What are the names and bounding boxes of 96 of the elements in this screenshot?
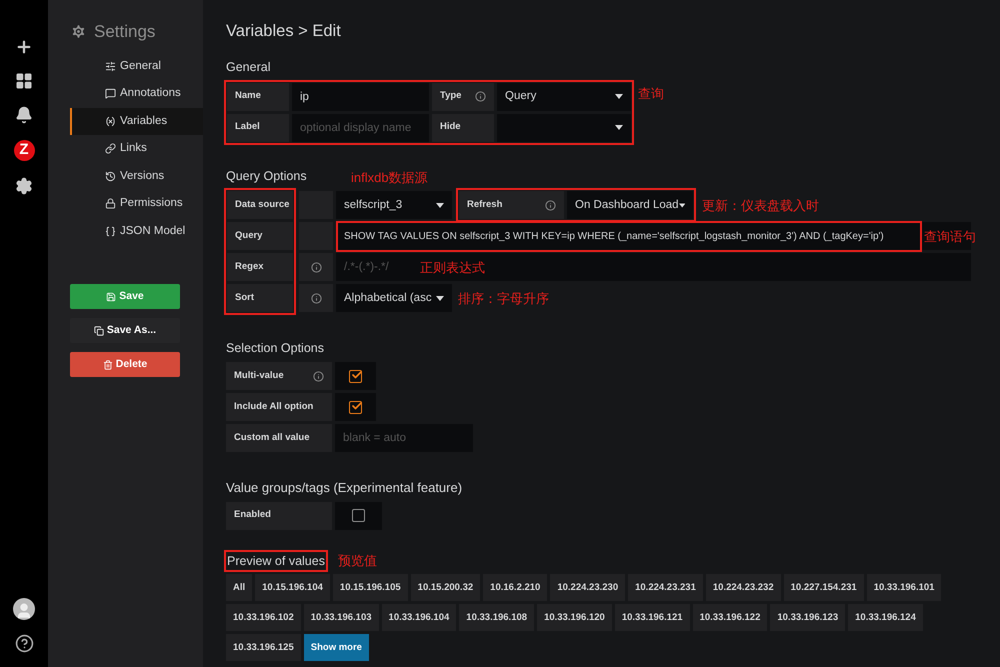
section-heading: Selection Options [226, 340, 324, 358]
sidebar-item[interactable]: General [70, 52, 203, 80]
value-chip: 10.33.196.124 [848, 604, 923, 632]
value-chip: 10.227.154.231 [784, 574, 864, 602]
annotation-text: 正则表达式 [420, 258, 485, 276]
sidebar-title: Settings [94, 21, 156, 43]
field-label: Include All option [226, 393, 332, 421]
settings-icon[interactable] [15, 177, 33, 195]
field-label: Multi-value [226, 362, 332, 390]
input-field[interactable]: SHOW TAG VALUES ON selfscript_3 WITH KEY=ip WHERE (_name='selfscript_logstash_monitor_3') AND (_tagKey='ip') [338, 222, 920, 250]
page-title: Variables > Edit [226, 21, 342, 42]
value-chip: 10.33.196.125 [226, 634, 301, 662]
help-icon[interactable] [14, 634, 34, 653]
caret-icon [615, 94, 623, 99]
sidebar-item[interactable]: Permissions [70, 190, 203, 218]
value-chip: 10.15.200.32 [410, 574, 480, 602]
annotation-text: 更新：仪表盘载入时 [702, 196, 819, 214]
copy-icon [94, 326, 104, 336]
field-label: Refresh [459, 191, 564, 220]
sidebar-item[interactable]: Annotations [70, 80, 203, 108]
value-chip: 10.33.196.102 [226, 604, 301, 632]
value-chip: 10.224.23.231 [628, 574, 703, 602]
value-chip: 10.33.196.123 [770, 604, 846, 632]
avatar[interactable] [13, 598, 35, 620]
sidebar-button[interactable]: Save [70, 284, 180, 309]
bell-icon[interactable] [15, 106, 33, 124]
field-label: Data source [227, 191, 293, 220]
sidebar-item[interactable]: JSON Model [70, 218, 203, 245]
value-chip: 10.33.196.108 [459, 604, 534, 632]
value-chip: 10.15.196.104 [255, 574, 330, 602]
value-chip: 10.15.196.105 [332, 574, 408, 602]
value-chip: 10.33.196.103 [304, 604, 379, 632]
field-label: Custom all value [226, 424, 332, 452]
info-icon[interactable] [313, 370, 324, 382]
value-chip: 10.224.23.232 [706, 574, 781, 602]
app-logo[interactable]: Z [14, 140, 34, 161]
input-field[interactable]: blank = auto [335, 424, 473, 452]
link-icon [105, 143, 116, 154]
grid-icon[interactable] [15, 72, 33, 90]
annotation-text: 查询语句 [924, 228, 976, 246]
sidebar-button[interactable]: Save As... [70, 318, 180, 343]
info-icon[interactable] [310, 292, 322, 304]
annotation-text: 排序：字母升序 [458, 290, 549, 308]
value-chip: 10.33.196.101 [866, 574, 942, 602]
section-heading: Value groups/tags (Experimental feature) [226, 479, 462, 497]
value-chip: All [226, 574, 252, 602]
checkbox[interactable] [349, 370, 362, 382]
section-heading: General [226, 58, 270, 76]
plus-icon[interactable] [15, 38, 33, 56]
sidebar-button[interactable]: Delete [70, 352, 180, 377]
dropdown-select[interactable]: Alphabetical (asc [336, 284, 452, 312]
annotation-text: 查询 [638, 84, 664, 102]
sidebar-item[interactable]: Versions [70, 162, 203, 190]
field-label: Hide [432, 114, 494, 142]
checkbox[interactable] [352, 509, 365, 522]
settings-icon [70, 23, 87, 40]
braces-icon [105, 226, 116, 237]
caret-icon [436, 202, 444, 208]
caret-icon [615, 125, 623, 130]
value-chip: 10.33.196.104 [382, 604, 456, 632]
lock-icon [105, 198, 116, 210]
info-icon[interactable] [475, 91, 486, 102]
field-label: Label [227, 114, 289, 142]
show-more-button[interactable]: Show more [304, 634, 369, 662]
caret-icon [678, 202, 685, 208]
dropdown-select[interactable]: On Dashboard Load [567, 191, 693, 220]
field-label: Query [227, 222, 293, 250]
value-chip: 10.224.23.230 [550, 574, 626, 602]
value-chip: 10.33.196.122 [692, 604, 768, 632]
speech-bubble-icon [105, 88, 116, 100]
info-icon[interactable] [545, 200, 556, 211]
sidebar-item[interactable]: Links [70, 135, 203, 162]
value-chip: 10.16.2.210 [483, 574, 548, 602]
annotation-text: 预览值 [338, 552, 377, 570]
input-field[interactable]: ip [292, 82, 429, 110]
info-icon[interactable] [310, 262, 322, 273]
section-heading: Query Options [226, 168, 307, 185]
field-label: Type [432, 82, 494, 110]
value-chip: 10.33.196.120 [537, 604, 612, 632]
section-heading: Preview of values [224, 550, 328, 572]
history-icon [105, 170, 116, 182]
sliders-icon [105, 60, 116, 72]
value-chip: 10.33.196.121 [614, 604, 690, 632]
field-label: Enabled [226, 502, 332, 530]
input-field[interactable]: optional display name [292, 114, 429, 142]
sidebar-item[interactable]: Variables [70, 108, 203, 135]
field-label: Name [227, 82, 289, 110]
caret-icon [436, 296, 444, 301]
field-label: Regex [227, 253, 293, 282]
annotation-text: inflxdb数据源 [351, 169, 428, 188]
dropdown-select[interactable]: Query [497, 82, 631, 110]
checkbox[interactable] [349, 400, 362, 414]
dropdown-select[interactable]: selfscript_3 [336, 191, 452, 220]
trash-icon [102, 360, 113, 370]
field-label: Sort [227, 284, 293, 312]
variable-icon [105, 116, 116, 127]
